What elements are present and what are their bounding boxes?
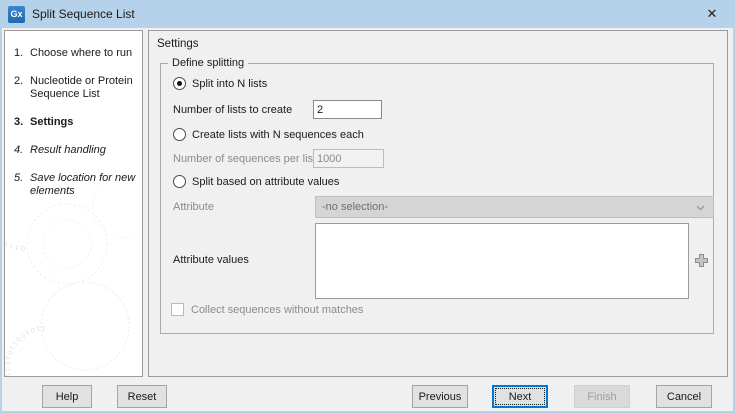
radio-split-into-n-lists[interactable]: Split into N lists (173, 77, 267, 90)
next-button[interactable]: Next (492, 385, 548, 408)
add-attribute-value-icon[interactable] (694, 253, 709, 268)
wizard-step-settings-current: 3. Settings (14, 116, 136, 129)
define-splitting-group: Define splitting Split into N lists Numb… (160, 63, 714, 334)
step-label: Settings (30, 116, 73, 129)
previous-button[interactable]: Previous (412, 385, 468, 408)
attribute-values-label: Attribute values (173, 254, 249, 266)
radio-label: Split into N lists (192, 78, 267, 90)
wizard-sidebar: 0110100110100110110100110 11010011010011… (4, 30, 143, 377)
sequences-per-list-label: Number of sequences per list (173, 153, 316, 165)
step-label: Choose where to run (30, 47, 132, 60)
group-title: Define splitting (168, 57, 248, 69)
sequences-per-list-input[interactable] (313, 149, 384, 168)
radio-label: Create lists with N sequences each (192, 129, 364, 141)
checkbox-label: Collect sequences without matches (191, 304, 363, 316)
step-label: Result handling (30, 144, 106, 157)
attribute-dropdown-value: -no selection- (322, 201, 388, 213)
collect-sequences-checkbox[interactable]: Collect sequences without matches (171, 303, 363, 316)
attribute-values-textarea[interactable] (315, 223, 689, 299)
panel-header: Settings (157, 38, 199, 50)
radio-split-by-attribute[interactable]: Split based on attribute values (173, 175, 339, 188)
close-icon[interactable]: ✕ (695, 0, 729, 28)
radio-selected-icon (173, 77, 186, 90)
watermark-spiral-decoration: 0110100110100110110100110 11010011010011… (5, 176, 143, 376)
checkbox-unchecked-icon (171, 303, 184, 316)
step-label: Save location for new elements (30, 172, 136, 198)
step-number: 3. (14, 116, 30, 129)
help-button[interactable]: Help (42, 385, 92, 408)
radio-unselected-icon (173, 128, 186, 141)
number-of-lists-input[interactable] (313, 100, 382, 119)
svg-text:1101001101001101101001010: 1101001101001101101001010 (5, 324, 65, 376)
step-number: 5. (14, 172, 30, 198)
wizard-step-save-location: 5. Save location for new elements (14, 172, 136, 198)
chevron-down-icon (696, 205, 705, 211)
finish-button[interactable]: Finish (574, 385, 630, 408)
app-logo-icon: Gx (8, 6, 25, 23)
number-of-lists-label: Number of lists to create (173, 104, 292, 116)
split-sequence-list-dialog: Gx Split Sequence List ✕ 011010011010011… (0, 0, 735, 413)
settings-panel: Settings Define splitting Split into N l… (148, 30, 728, 377)
step-number: 4. (14, 144, 30, 157)
window-title: Split Sequence List (32, 7, 135, 21)
radio-label: Split based on attribute values (192, 176, 339, 188)
step-number: 2. (14, 75, 30, 101)
step-number: 1. (14, 47, 30, 60)
radio-create-lists-n-sequences[interactable]: Create lists with N sequences each (173, 128, 364, 141)
wizard-steps-list: 1. Choose where to run 2. Nucleotide or … (5, 31, 142, 198)
wizard-step-choose-where-to-run: 1. Choose where to run (14, 47, 136, 60)
wizard-step-sequence-list: 2. Nucleotide or Protein Sequence List (14, 75, 136, 101)
cancel-button[interactable]: Cancel (656, 385, 712, 408)
wizard-step-result-handling: 4. Result handling (14, 144, 136, 157)
step-label: Nucleotide or Protein Sequence List (30, 75, 136, 101)
attribute-label: Attribute (173, 201, 214, 213)
attribute-dropdown[interactable]: -no selection- (315, 196, 714, 218)
reset-button[interactable]: Reset (117, 385, 167, 408)
radio-unselected-icon (173, 175, 186, 188)
titlebar: Gx Split Sequence List ✕ (0, 0, 735, 28)
